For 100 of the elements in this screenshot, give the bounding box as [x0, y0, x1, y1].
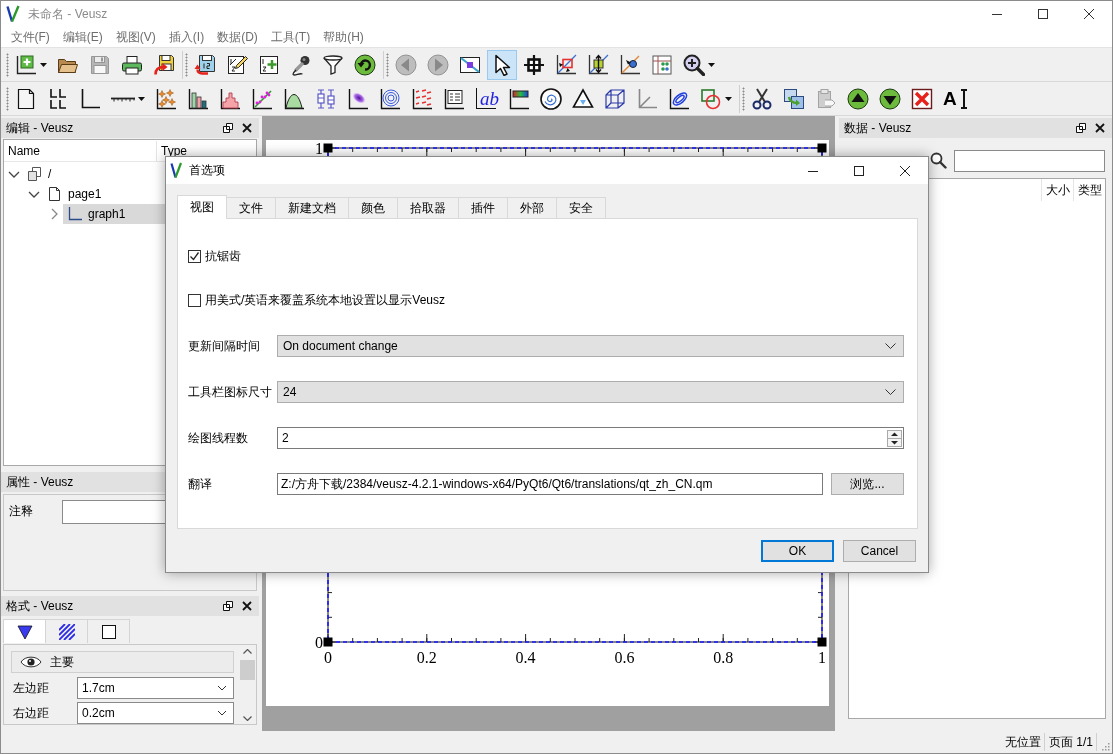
browse-button[interactable]: 浏览... [831, 473, 904, 495]
toolbar-button[interactable]: ab [471, 83, 502, 114]
dialog-tab[interactable]: 视图 [177, 195, 227, 219]
float-icon[interactable] [1076, 123, 1086, 133]
field-label: 注释 [9, 503, 34, 520]
dialog-tab[interactable]: 安全 [556, 197, 606, 218]
caret-icon [40, 62, 47, 67]
page-icon [47, 186, 63, 202]
box-plot-icon [315, 87, 337, 110]
star-points-icon [155, 87, 177, 110]
toolbar-button[interactable] [487, 49, 517, 80]
selection-handle[interactable] [817, 637, 827, 647]
copy-icon [783, 87, 805, 110]
combo-box[interactable]: 0.2cm [77, 702, 234, 724]
tick-label: 0.6 [614, 649, 635, 666]
maximize-icon [1038, 9, 1048, 19]
spin-arrows-icon[interactable] [887, 429, 902, 447]
selection-handle[interactable] [323, 143, 333, 153]
selection-handle[interactable] [323, 637, 333, 647]
column-header[interactable]: 大小 [1041, 179, 1073, 201]
square-circle-icon [700, 87, 722, 110]
close-icon [1084, 9, 1094, 19]
clipboard-icon [815, 87, 837, 110]
close-icon[interactable] [1095, 123, 1105, 133]
status-text: 页面 1/1 [1045, 733, 1097, 751]
close-icon[interactable] [242, 123, 252, 133]
combo-box[interactable]: 1.7cm [77, 677, 234, 699]
menu-item[interactable]: 编辑(E) [56, 27, 110, 47]
checkbox-label[interactable]: 抗锯齿 [205, 247, 241, 265]
combo-box[interactable]: 24 [277, 381, 904, 403]
menu-item[interactable]: 帮助(H) [316, 27, 371, 47]
funnel-icon [322, 53, 344, 76]
legend-icon [443, 87, 465, 110]
curve-area-icon [283, 87, 305, 110]
panel-title: 格式 - Veusz [6, 597, 74, 615]
toolbar-button[interactable]: A [939, 83, 972, 114]
spin-box[interactable]: 2 [277, 427, 904, 449]
tick-label: 0.2 [416, 649, 437, 666]
caret-down-icon [243, 716, 252, 721]
triangle-icon [16, 623, 33, 640]
tick-label: 1 [818, 649, 826, 666]
dialog-button[interactable]: OK [761, 540, 834, 562]
text-cursor-icon [959, 87, 968, 110]
grip-icon[interactable] [6, 86, 9, 111]
float-icon[interactable] [223, 123, 233, 133]
scrollbar-thumb[interactable] [240, 660, 255, 680]
combo-box[interactable]: On document change [277, 335, 904, 357]
check-icon [189, 250, 200, 262]
grid-dots-icon [651, 53, 673, 76]
dialog-button[interactable]: Cancel [843, 540, 916, 562]
hatch-icon [58, 623, 75, 640]
size-grip-icon[interactable] [1100, 741, 1110, 751]
text-field[interactable]: Z:/方舟下载/2384/veusz-4.2.1-windows-x64/PyQt6/Qt6/translations/qt_zh_CN.qm [277, 473, 823, 495]
grip-icon[interactable] [742, 86, 745, 111]
search-icon[interactable] [930, 152, 947, 169]
format-tab[interactable] [3, 619, 46, 643]
bar-chart-icon [187, 87, 209, 110]
gradient-blob-icon [347, 87, 369, 110]
status-text: 无位置 [1001, 733, 1045, 751]
checkbox[interactable] [188, 249, 201, 263]
ellipses-icon [668, 87, 690, 110]
field-label: 左边距 [12, 679, 50, 697]
eye-icon [20, 655, 42, 669]
float-icon[interactable] [223, 601, 233, 611]
zoom-in-icon [683, 53, 705, 76]
format-tab[interactable] [87, 619, 130, 643]
floppy-arrow-icon [153, 53, 175, 76]
axes-zoom-box-icon [555, 53, 577, 76]
panel-title: 编辑 - Veusz [6, 119, 74, 137]
caret-up-icon [243, 649, 252, 654]
tick-label: 1 [315, 140, 323, 157]
dialog-title: 首选项 [189, 162, 225, 179]
axes-line-point-icon [619, 53, 641, 76]
page-icon [15, 87, 37, 110]
caret-icon [708, 62, 715, 67]
grip-icon[interactable] [185, 52, 188, 77]
section-header[interactable]: 主要 [11, 651, 234, 673]
menu-item[interactable]: 数据(D) [210, 27, 265, 47]
format-tab[interactable] [45, 619, 88, 643]
caret-icon [138, 96, 145, 101]
colorbar-icon [508, 87, 530, 110]
menu-item[interactable]: 工具(T) [264, 27, 317, 47]
menu-item[interactable]: 视图(V) [109, 27, 163, 47]
column-header[interactable]: Name [4, 140, 157, 161]
grip-icon[interactable] [386, 52, 389, 77]
scissors-icon [751, 87, 773, 110]
checkbox[interactable] [188, 293, 201, 307]
menu-item[interactable]: 文件(F) [4, 27, 57, 47]
histogram-icon [219, 87, 241, 110]
close-icon[interactable] [242, 601, 252, 611]
column-header[interactable]: 类型 [1073, 179, 1105, 201]
checkbox-label[interactable]: 用美式/英语来覆盖系统本地设置以显示Veusz [205, 291, 446, 309]
selection-handle[interactable] [817, 143, 827, 153]
menu-item[interactable]: 插入(I) [162, 27, 211, 47]
tick-label: 0 [324, 649, 332, 666]
down-circle-icon [879, 87, 901, 110]
dashes-icon [411, 87, 433, 110]
close-icon [900, 165, 910, 176]
grip-icon[interactable] [6, 52, 9, 77]
search-field[interactable] [954, 149, 1105, 172]
